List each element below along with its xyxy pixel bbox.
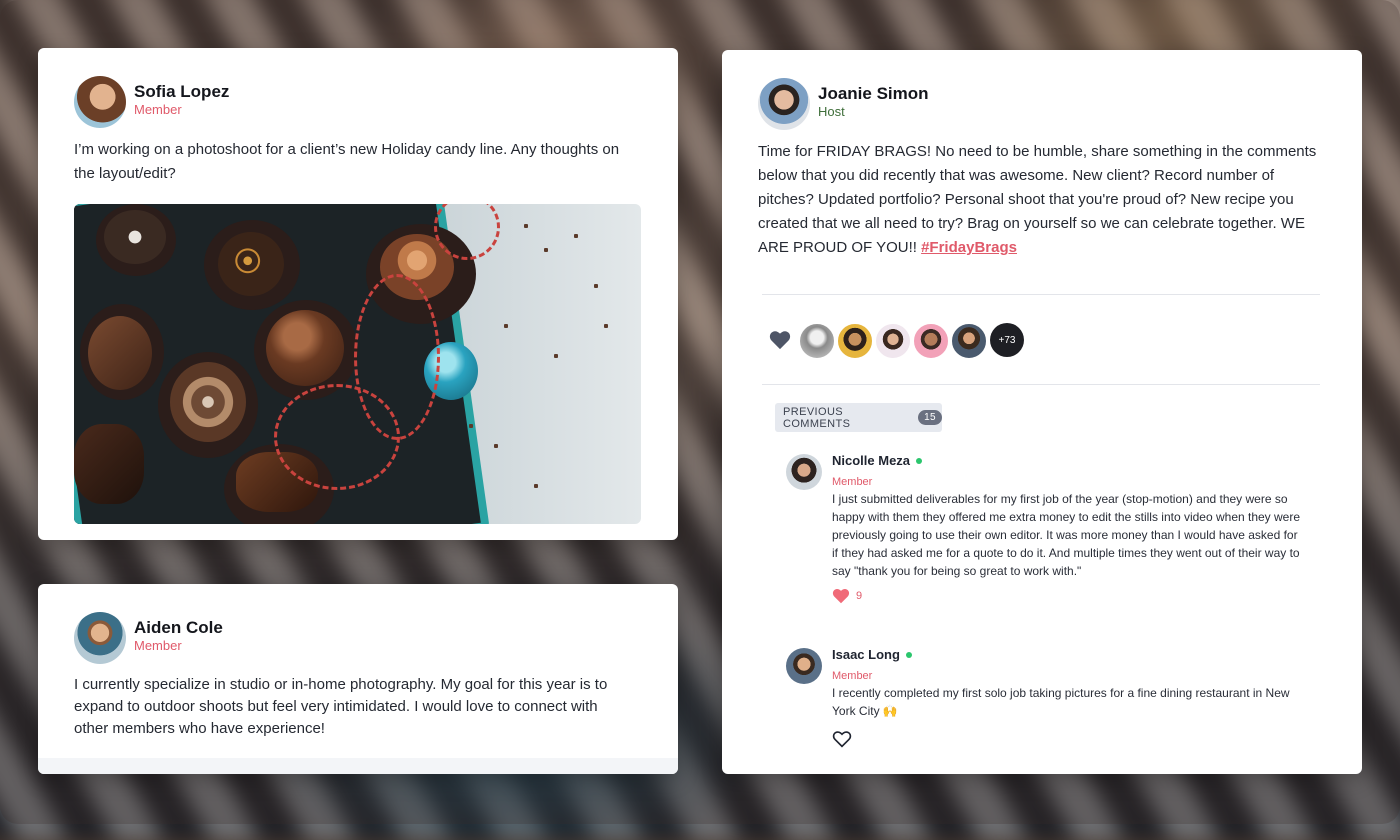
comment-text: I just submitted deliverables for my fir…	[832, 492, 1301, 578]
reactor-avatar[interactable]	[950, 322, 988, 360]
post-header: Sofia Lopez Member	[74, 76, 229, 128]
comment-like-row: 9	[832, 588, 1302, 604]
previous-comments-button[interactable]: PREVIOUS COMMENTS 15	[775, 403, 942, 432]
post-text: Time for FRIDAY BRAGS! No need to be hum…	[758, 140, 1323, 260]
post-text: I’m working on a photoshoot for a client…	[74, 141, 620, 182]
online-indicator	[905, 651, 912, 658]
comment-author[interactable]: Isaac Long	[832, 647, 900, 662]
post-image[interactable]	[74, 204, 641, 524]
post-card-aiden: Aiden Cole Member I currently specialize…	[38, 584, 678, 774]
comment-role: Member	[832, 670, 873, 682]
hashtag-link[interactable]: #FridayBrags	[921, 239, 1017, 256]
author-role: Member	[134, 638, 182, 653]
avatar[interactable]	[786, 648, 822, 684]
author-name[interactable]: Sofia Lopez	[134, 82, 229, 102]
comment-text: I recently completed my first solo job t…	[832, 686, 1290, 718]
divider	[762, 384, 1320, 385]
post-header: Aiden Cole Member	[74, 612, 223, 664]
divider	[762, 294, 1320, 295]
post-header: Joanie Simon Host	[758, 78, 929, 130]
post-card-sofia: Sofia Lopez Member I’m working on a phot…	[38, 48, 678, 540]
avatar[interactable]	[786, 454, 822, 490]
comment-author[interactable]: Nicolle Meza	[832, 453, 910, 468]
card-footer-strip	[38, 758, 678, 774]
like-count: 9	[856, 590, 863, 602]
author-role: Host	[818, 104, 845, 119]
post-card-joanie: Joanie Simon Host Time for FRIDAY BRAGS!…	[722, 50, 1362, 774]
reactor-avatar[interactable]	[874, 322, 912, 360]
comment-like-row	[832, 730, 1302, 748]
heart-outline-icon[interactable]	[832, 730, 852, 748]
reactor-avatar[interactable]	[798, 322, 836, 360]
author-role: Member	[134, 102, 182, 117]
online-indicator	[916, 457, 923, 464]
previous-comments-count: 15	[918, 410, 942, 425]
post-text-body: Time for FRIDAY BRAGS! No need to be hum…	[758, 143, 1317, 256]
comment-role: Member	[832, 476, 873, 488]
more-reactors-badge[interactable]: +73	[990, 323, 1024, 357]
author-name[interactable]: Joanie Simon	[818, 84, 929, 104]
post-text: I currently specialize in studio or in-h…	[74, 676, 608, 737]
previous-comments-label: PREVIOUS COMMENTS	[783, 405, 851, 430]
reactions-row: +73	[762, 320, 1062, 360]
heart-icon[interactable]	[769, 330, 791, 350]
avatar[interactable]	[74, 612, 126, 664]
reactor-avatar[interactable]	[836, 322, 874, 360]
reactor-avatar[interactable]	[912, 322, 950, 360]
avatar[interactable]	[74, 76, 126, 128]
author-name[interactable]: Aiden Cole	[134, 618, 223, 638]
heart-icon[interactable]	[832, 588, 850, 604]
avatar[interactable]	[758, 78, 810, 130]
